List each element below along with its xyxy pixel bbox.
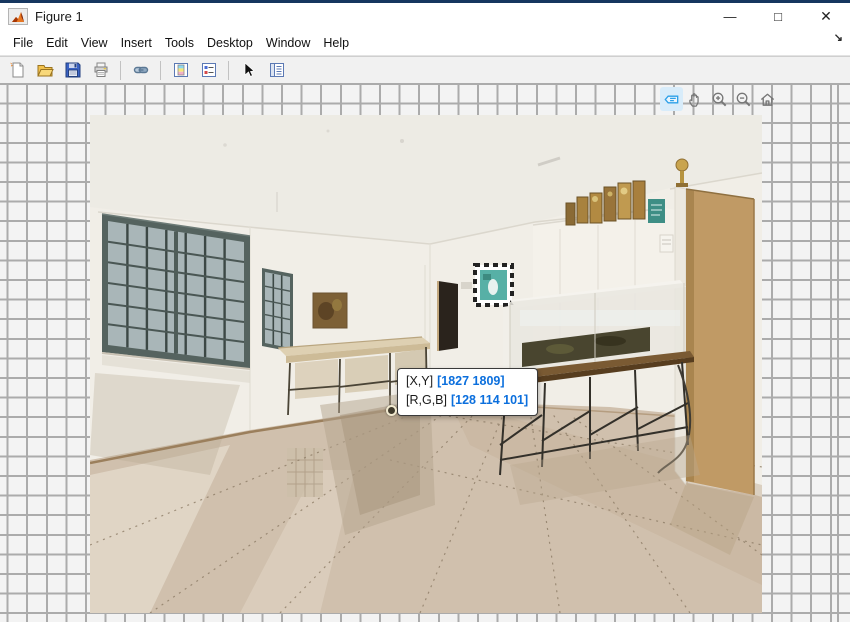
zoom-in-button[interactable] [708,87,731,111]
rgb-value: [128 114 101] [450,393,529,408]
datatip-tool-button[interactable] [660,87,683,111]
menu-insert[interactable]: Insert [121,36,152,50]
axes-toolbar [660,87,779,111]
datatip-xy-row: [X,Y] [1827 1809] [406,372,528,391]
insert-legend-button[interactable] [197,59,220,82]
home-icon [760,93,775,106]
window-title: Figure 1 [35,9,83,24]
zoom-out-icon [736,92,751,106]
pan-tool-button[interactable] [684,87,707,111]
zoom-in-icon [712,92,727,106]
window-controls: — □ ✕ [706,3,850,30]
titlebar: Figure 1 — □ ✕ [0,0,850,30]
figure-toolbar [0,56,850,83]
xy-label: [X,Y] [406,374,434,388]
restore-view-button[interactable] [756,87,779,111]
menu-view[interactable]: View [81,36,108,50]
datatip-rgb-row: [R,G,B] [128 114 101] [406,391,528,410]
open-file-button[interactable] [33,59,56,82]
toolbar-separator [160,60,161,80]
new-document-icon [9,62,23,78]
cursor-arrow-icon [244,62,255,77]
printer-icon [94,62,107,77]
datatip-icon [664,95,679,103]
pan-hand-icon [689,92,699,107]
toolbar-separator [228,60,229,80]
property-panel-icon [269,63,284,77]
xy-value: [1827 1809] [437,374,505,388]
close-button[interactable]: ✕ [802,3,850,30]
menu-help[interactable]: Help [323,36,349,50]
property-editor-button[interactable] [265,59,288,82]
datatip-marker[interactable] [386,405,397,416]
insert-colorbar-button[interactable] [169,59,192,82]
link-plot-button[interactable] [129,59,152,82]
maximize-button[interactable]: □ [754,3,802,30]
matlab-figure-window: { "window": { "title": "Figure 1", "cont… [0,0,850,622]
datatip-tooltip[interactable]: [X,Y] [1827 1809] [R,G,B] [128 114 101] [397,368,539,416]
zoom-out-button[interactable] [732,87,755,111]
window-reflection [287,448,323,497]
window-grille-large [101,213,251,383]
colorbar-icon [173,63,188,77]
open-folder-icon [36,65,54,77]
figure-canvas: [X,Y] [1827 1809] [R,G,B] [128 114 101] [0,83,850,622]
window-grille-small [262,268,293,352]
teal-picture-frame [473,263,514,307]
floppy-disk-icon [65,62,80,78]
edit-plot-button[interactable] [237,59,260,82]
menu-window[interactable]: Window [266,36,310,50]
image-axes[interactable]: [X,Y] [1827 1809] [R,G,B] [128 114 101] [90,115,762,613]
chain-link-icon [133,66,148,74]
legend-icon [201,63,216,77]
save-figure-button[interactable] [61,59,84,82]
menu-edit[interactable]: Edit [46,36,68,50]
toolbar-separator [120,60,121,80]
rgb-label: [R,G,B] [406,393,447,408]
matlab-logo-icon [8,8,28,25]
menu-file[interactable]: File [13,36,33,50]
minimize-button[interactable]: — [706,3,754,30]
wall-painting [312,292,348,329]
new-figure-button[interactable] [5,59,28,82]
print-figure-button[interactable] [89,59,112,82]
menu-tools[interactable]: Tools [165,36,194,50]
menu-desktop[interactable]: Desktop [207,36,253,50]
room-photo [90,115,762,613]
dock-figure-icon[interactable]: ↘ [834,31,843,44]
menubar: File Edit View Insert Tools Desktop Wind… [0,30,850,56]
